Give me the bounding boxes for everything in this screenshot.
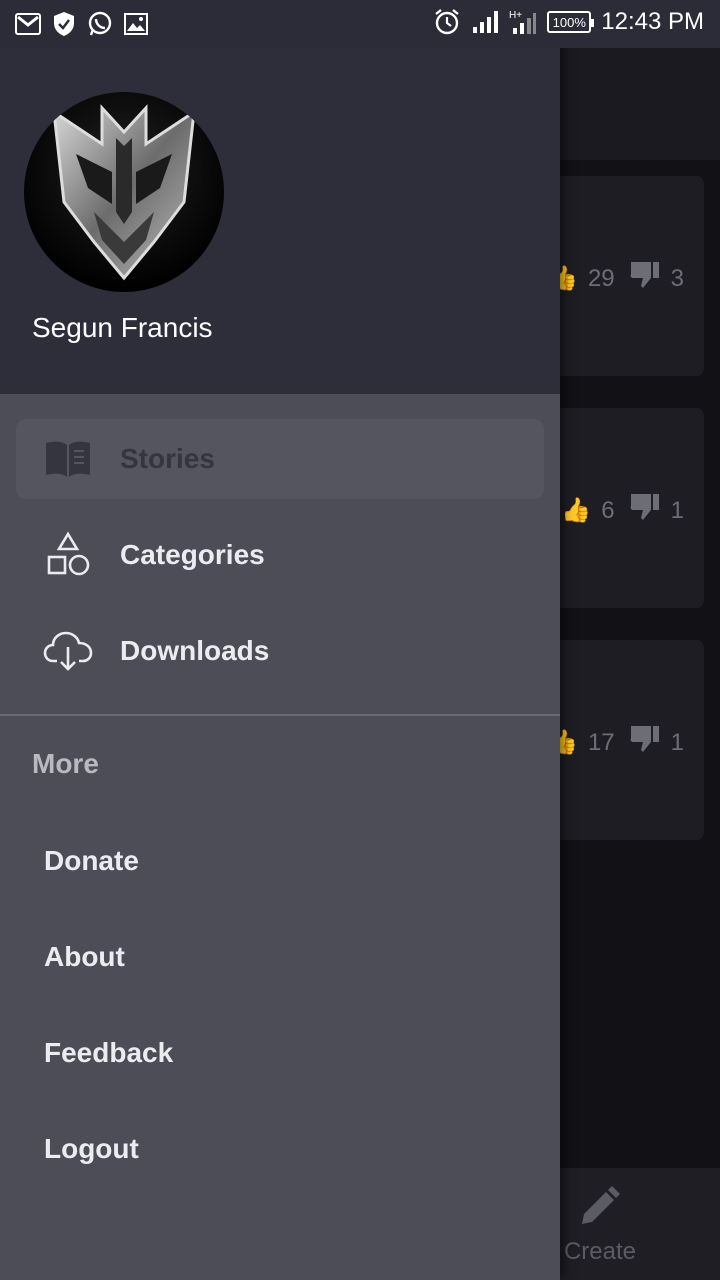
dislike-count[interactable]: 3 xyxy=(629,260,684,297)
section-title-more: More xyxy=(32,748,99,779)
nav-label: Downloads xyxy=(120,635,270,666)
thumbs-up-icon: 👍 xyxy=(561,497,592,524)
dislike-count[interactable]: 1 xyxy=(629,492,684,529)
user-name: Segun Francis xyxy=(32,312,213,343)
menu-link-donate[interactable]: Donate xyxy=(44,845,139,877)
svg-text:H+: H+ xyxy=(509,10,522,21)
status-time: 12:43 PM xyxy=(601,8,704,35)
nav-label: Categories xyxy=(120,539,265,570)
status-bar: H+ 100% 12:43 PM xyxy=(0,0,720,48)
nav-item-downloads[interactable]: Downloads xyxy=(16,611,544,691)
cloud-download-icon xyxy=(42,625,94,677)
notification-icons xyxy=(14,10,150,38)
like-count[interactable]: 👍 6 xyxy=(561,496,614,525)
pencil-icon xyxy=(582,1186,620,1224)
signal-icon xyxy=(471,8,499,36)
gmail-icon xyxy=(14,10,42,38)
thumbs-down-icon xyxy=(629,724,661,761)
vote-row: 👍 29 3 xyxy=(548,260,684,297)
nav-label: Stories xyxy=(120,443,215,474)
avatar[interactable] xyxy=(24,92,224,292)
menu-link-logout[interactable]: Logout xyxy=(44,1133,139,1165)
signal-ht-icon: H+ xyxy=(509,8,537,36)
menu-link-feedback[interactable]: Feedback xyxy=(44,1037,173,1069)
nav-item-categories[interactable]: Categories xyxy=(16,515,544,595)
whatsapp-icon xyxy=(86,10,114,38)
nav-item-stories[interactable]: Stories xyxy=(16,419,544,499)
shapes-icon xyxy=(42,529,94,581)
gallery-icon xyxy=(122,10,150,38)
alarm-icon xyxy=(433,8,461,36)
decepticon-logo-icon xyxy=(52,104,196,281)
vote-row: 👍 17 1 xyxy=(548,724,684,761)
book-open-icon xyxy=(42,433,94,485)
vote-row: 👍 6 1 xyxy=(561,492,684,529)
thumbs-down-icon xyxy=(629,492,661,529)
shield-icon xyxy=(50,10,78,38)
drawer-divider xyxy=(0,714,560,716)
battery-icon: 100% xyxy=(547,11,595,33)
navigation-drawer: Segun Francis Stories Categories Downloa… xyxy=(0,0,560,1280)
system-icons: H+ 100% 12:43 PM xyxy=(433,8,704,36)
thumbs-down-icon xyxy=(629,260,661,297)
create-tab-label[interactable]: Create xyxy=(560,1238,640,1266)
drawer-header: Segun Francis xyxy=(0,0,560,394)
menu-link-about[interactable]: About xyxy=(44,941,125,973)
dislike-count[interactable]: 1 xyxy=(629,724,684,761)
